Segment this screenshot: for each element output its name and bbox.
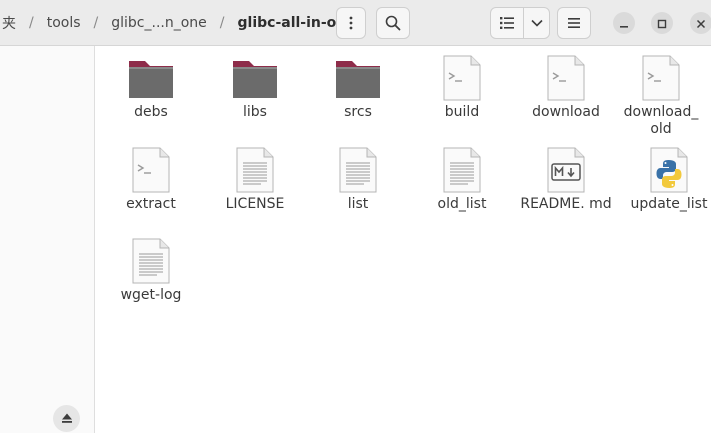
file-name: README. md: [520, 196, 612, 212]
maximize-icon: [657, 14, 667, 33]
script-file-icon: [542, 54, 590, 102]
folder-item[interactable]: debs: [99, 54, 203, 121]
breadcrumb-separator: /: [29, 15, 34, 31]
file-name: LICENSE: [225, 196, 285, 212]
folder-icon: [334, 54, 382, 102]
file-item[interactable]: README. md: [514, 146, 618, 213]
file-item[interactable]: download_ old: [611, 54, 711, 138]
file-name: build: [444, 104, 480, 120]
minimize-button[interactable]: [613, 12, 635, 34]
file-item[interactable]: LICENSE: [203, 146, 307, 213]
file-item[interactable]: download: [514, 54, 618, 121]
breadcrumb-item[interactable]: tools: [45, 15, 83, 31]
file-name: srcs: [344, 104, 372, 120]
file-item[interactable]: wget-log: [99, 237, 203, 304]
file-item[interactable]: build: [410, 54, 514, 121]
vertical-dots-icon: [349, 16, 353, 30]
breadcrumb-separator: /: [93, 15, 99, 31]
file-name: download: [532, 104, 600, 120]
maximize-button[interactable]: [651, 12, 673, 34]
breadcrumb: 夹 / tools / glibc_...n_one / glibc-all-i…: [0, 0, 358, 46]
file-name: download_ old: [623, 104, 699, 137]
path-menu-button[interactable]: [336, 7, 366, 39]
hamburger-menu-icon: [567, 17, 581, 29]
file-item[interactable]: old_list: [410, 146, 514, 213]
folder-item[interactable]: libs: [203, 54, 307, 121]
file-name: extract: [126, 196, 176, 212]
file-name: old_list: [437, 196, 487, 212]
folder-icon: [231, 54, 279, 102]
markdown-file-icon: [542, 146, 590, 194]
search-button[interactable]: [376, 7, 410, 39]
main-menu-button[interactable]: [557, 7, 591, 39]
text-file-icon: [334, 146, 382, 194]
breadcrumb-item[interactable]: 夹: [0, 13, 18, 33]
folder-item[interactable]: srcs: [306, 54, 410, 121]
sidebar: [0, 46, 95, 433]
file-name: list: [347, 196, 369, 212]
script-file-icon: [438, 54, 486, 102]
file-item[interactable]: update_list: [617, 146, 711, 213]
script-file-icon: [127, 146, 175, 194]
text-file-icon: [231, 146, 279, 194]
file-item[interactable]: extract: [99, 146, 203, 213]
folder-icon: [127, 54, 175, 102]
file-item[interactable]: list: [306, 146, 410, 213]
close-icon: [696, 14, 706, 33]
eject-button[interactable]: [53, 405, 80, 432]
file-name: libs: [243, 104, 267, 120]
python-file-icon: [645, 146, 693, 194]
file-name: debs: [134, 104, 168, 120]
eject-icon: [61, 409, 73, 428]
view-options-button[interactable]: [524, 7, 550, 39]
breadcrumb-item[interactable]: glibc_...n_one: [109, 15, 209, 31]
chevron-down-icon: [530, 19, 543, 27]
header-bar: 夹 / tools / glibc_...n_one / glibc-all-i…: [0, 0, 711, 46]
search-icon: [385, 15, 401, 31]
text-file-icon: [438, 146, 486, 194]
script-file-icon: [637, 54, 685, 102]
close-button[interactable]: [690, 12, 711, 34]
view-mode-button[interactable]: [490, 7, 524, 39]
breadcrumb-separator: /: [219, 15, 225, 31]
text-file-icon: [127, 237, 175, 285]
minimize-icon: [619, 14, 629, 33]
file-name: update_list: [630, 196, 708, 212]
list-view-icon: [500, 17, 514, 29]
file-name: wget-log: [120, 287, 182, 303]
